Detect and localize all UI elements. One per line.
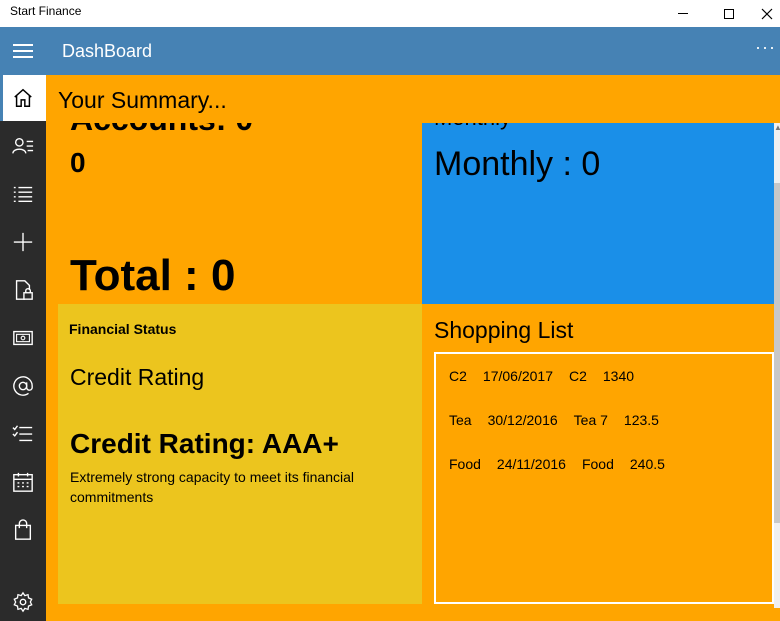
window-title: Start Finance <box>10 4 82 18</box>
add-icon <box>13 232 33 252</box>
item-date: 24/11/2016 <box>496 456 566 472</box>
nav-money[interactable] <box>0 315 46 361</box>
dashboard-content[interactable]: Accounts: 0 0 Total : 0 Monthly Monthly … <box>46 75 780 621</box>
item-shop: C2 <box>568 368 587 384</box>
item-name: Food <box>449 456 481 472</box>
nav-accounts[interactable] <box>0 123 46 169</box>
financial-status-heading: Financial Status <box>69 321 177 337</box>
shopping-bag-icon <box>14 519 32 540</box>
vertical-scrollbar[interactable]: ▲ <box>774 123 780 608</box>
nav-calendar[interactable] <box>0 459 46 505</box>
list-icon <box>13 186 33 203</box>
more-options-button[interactable]: ··· <box>755 37 776 58</box>
nav-secure-docs[interactable] <box>0 267 46 313</box>
item-date: 30/12/2016 <box>487 412 558 428</box>
credit-rating-value: Credit Rating: AAA+ <box>70 428 339 459</box>
item-shop: Food <box>581 456 614 472</box>
app-header: DashBoard ··· <box>0 27 780 75</box>
shopping-list-tile: Shopping List C2 17/06/2017 C2 1340 Tea … <box>422 304 774 604</box>
nav-home[interactable] <box>0 75 46 121</box>
list-item[interactable]: C2 17/06/2017 C2 1340 <box>449 368 634 384</box>
settings-icon <box>13 591 33 613</box>
item-shop: Tea 7 <box>573 412 608 428</box>
summary-title: Your Summary... <box>58 87 227 113</box>
sidebar <box>0 75 46 621</box>
shopping-list-title: Shopping List <box>434 317 574 343</box>
list-item[interactable]: Tea 30/12/2016 Tea 7 123.5 <box>449 412 659 428</box>
accounts-total: Total : 0 <box>70 251 236 300</box>
accounts-icon <box>12 137 34 154</box>
at-icon <box>13 376 33 396</box>
nav-shopping[interactable] <box>0 507 46 553</box>
shopping-list-box[interactable]: C2 17/06/2017 C2 1340 Tea 30/12/2016 Tea… <box>434 352 774 604</box>
home-icon <box>14 88 32 107</box>
credit-rating-label: Credit Rating <box>70 364 205 390</box>
minimize-button[interactable] <box>660 0 706 27</box>
item-date: 17/06/2017 <box>482 368 553 384</box>
close-icon <box>761 8 773 19</box>
nav-tasks[interactable] <box>0 411 46 457</box>
scroll-up-icon[interactable]: ▲ <box>774 123 780 133</box>
item-price: 1340 <box>602 368 635 384</box>
accounts-value: 0 <box>70 147 86 178</box>
monthly-value: Monthly : 0 <box>434 145 601 183</box>
page-title: DashBoard <box>62 41 153 61</box>
nav-contacts[interactable] <box>0 363 46 409</box>
lock-file-icon <box>15 280 33 300</box>
item-price: 240.5 <box>629 456 665 472</box>
window-titlebar: Start Finance <box>0 0 780 27</box>
nav-list[interactable] <box>0 171 46 217</box>
financial-status-tile: Financial Status Credit Rating Credit Ra… <box>58 304 422 604</box>
minimize-icon <box>678 13 688 14</box>
hamburger-menu-button[interactable] <box>0 27 46 75</box>
nav-settings[interactable] <box>0 579 46 621</box>
item-name: C2 <box>449 368 467 384</box>
credit-rating-description: Extremely strong capacity to meet its fi… <box>70 469 355 505</box>
item-price: 123.5 <box>623 412 659 428</box>
close-button[interactable] <box>744 0 780 27</box>
money-icon <box>13 330 33 346</box>
calendar-icon <box>13 472 33 492</box>
nav-add[interactable] <box>0 219 46 265</box>
maximize-icon <box>724 8 734 19</box>
checklist-icon <box>12 425 33 442</box>
list-item[interactable]: Food 24/11/2016 Food 240.5 <box>449 456 665 472</box>
scroll-thumb[interactable] <box>774 183 780 523</box>
item-name: Tea <box>449 412 472 428</box>
